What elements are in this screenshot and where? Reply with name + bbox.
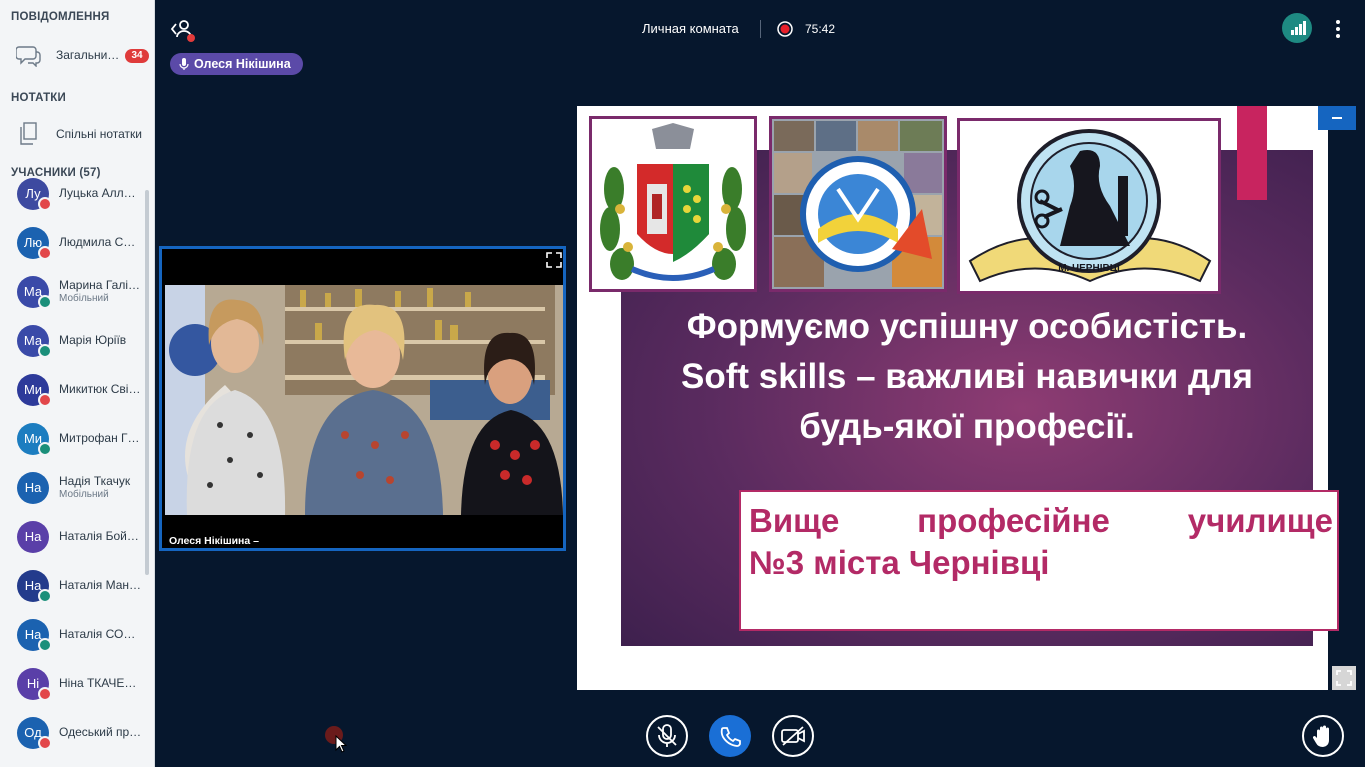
college-emblem-image: М. ЧЕРНІВЦІ xyxy=(968,129,1212,283)
training-photo-collage xyxy=(769,116,947,292)
participant-item[interactable]: Лю Людмила С… xyxy=(0,227,146,276)
participant-name: Микитюк Сві… xyxy=(59,382,141,396)
coat-of-arms-image xyxy=(600,123,746,281)
general-chat-item[interactable]: Загальни… 34 xyxy=(0,35,155,75)
listen-only-icon xyxy=(38,442,52,456)
headline-line-3: будь-якої професії. xyxy=(799,407,1135,446)
participant-item[interactable]: Ми Микитюк Сві… xyxy=(0,374,146,423)
participant-name: Марина Галі… xyxy=(59,278,140,292)
participant-item[interactable]: На Наталія Ман… xyxy=(0,570,146,619)
messages-section-title: ПОВІДОМЛЕННЯ xyxy=(11,11,110,23)
room-title: Личная комната xyxy=(642,21,739,36)
participant-name: Ніна ТКАЧЕ… xyxy=(59,676,137,690)
general-chat-label: Загальни… xyxy=(56,48,120,62)
share-webcam-button[interactable] xyxy=(772,715,814,757)
participant-name: Митрофан Г… xyxy=(59,431,140,445)
users-toggle-button[interactable] xyxy=(169,15,197,43)
logo-city-text: М. ЧЕРНІВЦІ xyxy=(1058,263,1120,274)
slide-headline: Формуємо успішну особистість. Soft skill… xyxy=(621,302,1313,452)
listen-only-icon xyxy=(38,589,52,603)
participant-name: Надія Ткачук xyxy=(59,474,131,488)
slide-subtitle-box: Вище професійне училище №3 міста Чернівц… xyxy=(739,490,1339,631)
webcam-user-name: Олеся Нікішина – xyxy=(169,535,259,547)
subtitle-line-2: №3 міста Чернівці xyxy=(749,544,1050,581)
unread-badge: 34 xyxy=(125,49,149,63)
participant-item[interactable]: На Наталія СО… xyxy=(0,619,146,668)
microphone-icon xyxy=(179,58,189,70)
hand-icon xyxy=(1312,725,1329,747)
coat-of-arms-logo xyxy=(589,116,757,292)
mute-microphone-button[interactable] xyxy=(646,715,688,757)
recording-timer: 75:42 xyxy=(805,22,836,36)
participant-item[interactable]: Ма Марина Галі… Мобільний xyxy=(0,276,146,325)
shared-notes-item[interactable]: Спільні нотатки xyxy=(0,114,155,154)
notes-icon xyxy=(20,122,37,145)
participant-name: Наталія СО… xyxy=(59,627,136,641)
talker-name: Олеся Нікішина xyxy=(194,57,291,71)
slide-accent-bar xyxy=(1237,106,1267,200)
participant-name: Одеський пр… xyxy=(59,725,142,739)
participant-item[interactable]: На Наталія Бой… xyxy=(0,521,146,570)
listen-only-icon xyxy=(38,344,52,358)
top-bar: Личная комната 75:42 xyxy=(155,0,1365,60)
participant-name: Марія Юріїв xyxy=(59,333,127,347)
leave-audio-button[interactable] xyxy=(709,715,751,757)
minimize-icon xyxy=(1332,117,1342,119)
participant-name: Наталія Бой… xyxy=(59,529,139,543)
participant-item[interactable]: На Надія Ткачук Мобільний xyxy=(0,472,146,521)
subtitle-line-1: Вище професійне училище xyxy=(749,502,1333,539)
more-options-icon[interactable] xyxy=(1331,16,1345,42)
muted-status-icon xyxy=(38,197,52,211)
participant-item[interactable]: Ми Митрофан Г… xyxy=(0,423,146,472)
camera-off-icon xyxy=(781,726,805,746)
participant-name: Наталія Ман… xyxy=(59,578,142,592)
connection-status-button[interactable] xyxy=(1282,13,1312,43)
participant-item[interactable]: Ні Ніна ТКАЧЕ… xyxy=(0,668,146,717)
participant-item[interactable]: Ма Марія Юріїв xyxy=(0,325,146,374)
talking-indicator: Олеся Нікішина xyxy=(170,53,303,75)
participants-scrollbar[interactable] xyxy=(145,190,149,575)
participant-device: Мобільний xyxy=(59,293,109,304)
notes-section-title: НОТАТКИ xyxy=(11,92,66,104)
muted-status-icon xyxy=(38,687,52,701)
participant-name: Людмила С… xyxy=(59,235,136,249)
listen-only-icon xyxy=(38,638,52,652)
recording-icon[interactable] xyxy=(777,21,793,37)
title-divider xyxy=(760,20,761,38)
webcam-video xyxy=(165,285,563,515)
minimize-presentation-button[interactable] xyxy=(1318,106,1356,130)
participants-list[interactable]: Лу Луцька Алл… Лю Людмила С… Ма Марина Галі… М… xyxy=(0,178,150,761)
listen-only-icon xyxy=(38,295,52,309)
muted-status-icon xyxy=(38,246,52,260)
collage-image xyxy=(772,119,944,289)
participant-name: Луцька Алл… xyxy=(59,186,136,200)
presentation-fullscreen-icon[interactable] xyxy=(1332,666,1356,690)
raise-hand-button[interactable] xyxy=(1302,715,1344,757)
presentation-area[interactable]: М. ЧЕРНІВЦІ Формуємо успішну особистість… xyxy=(577,106,1339,690)
webcam-tile[interactable]: Олеся Нікішина – xyxy=(159,246,566,551)
muted-status-icon xyxy=(38,393,52,407)
mouse-cursor-icon xyxy=(335,735,347,753)
participant-device: Мобільний xyxy=(59,489,109,500)
college-logo: М. ЧЕРНІВЦІ xyxy=(957,118,1221,294)
headline-line-1: Формуємо успішну особистість. xyxy=(686,307,1248,346)
muted-status-icon xyxy=(38,736,52,750)
participant-item[interactable]: Лу Луцька Алл… xyxy=(0,178,146,227)
avatar: На xyxy=(17,521,49,553)
avatar: На xyxy=(17,472,49,504)
participant-item[interactable]: Од Одеський пр… xyxy=(0,717,146,761)
shared-notes-label: Спільні нотатки xyxy=(56,127,142,141)
headline-line-2: Soft skills – важливі навички для xyxy=(681,357,1253,396)
phone-icon xyxy=(720,727,741,747)
microphone-muted-icon xyxy=(657,724,677,747)
chat-icon xyxy=(16,46,41,67)
fullscreen-icon[interactable] xyxy=(546,252,562,268)
signal-bars-icon xyxy=(1291,21,1306,35)
sidebar: ПОВІДОМЛЕННЯ Загальни… 34 НОТАТКИ Спільн… xyxy=(0,0,155,767)
